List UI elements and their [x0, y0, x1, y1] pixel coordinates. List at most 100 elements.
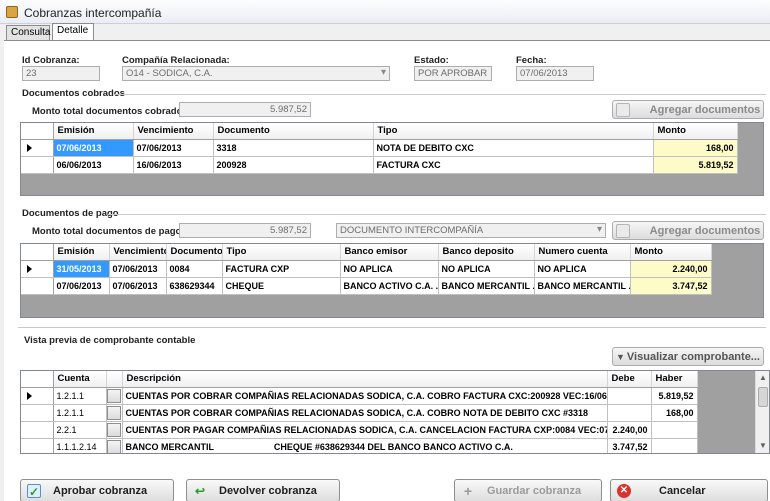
cell-numero-cuenta[interactable]: NO APLICA — [534, 260, 631, 278]
table-row[interactable]: 1.2.1.1 CUENTAS POR COBRAR COMPAÑIAS REL… — [21, 404, 698, 422]
view-voucher-button[interactable]: ▼ Visualizar comprobante... — [612, 347, 764, 366]
return-button[interactable]: ↩ Devolver cobranza — [186, 479, 340, 501]
col-header-banco-deposito[interactable]: Banco deposito — [438, 244, 535, 261]
cell-check[interactable] — [106, 421, 123, 439]
row-checkbox[interactable] — [107, 422, 121, 437]
collected-total-field[interactable]: 5.987,52 — [179, 102, 311, 117]
table-row[interactable]: 1.2.1.1 CUENTAS POR COBRAR COMPAÑIAS REL… — [21, 387, 698, 405]
col-header-documento[interactable]: Documento — [166, 244, 223, 261]
cell-descripcion[interactable]: CUENTAS POR COBRAR COMPAÑIAS RELACIONADA… — [122, 404, 608, 422]
row-checkbox[interactable] — [107, 439, 121, 453]
cell-documento[interactable]: 3318 — [213, 139, 374, 157]
col-header-tipo[interactable]: Tipo — [373, 123, 654, 140]
cell-debe[interactable]: 3.747,52 — [607, 438, 652, 453]
add-payment-docs-button[interactable]: Agregar documentos — [612, 221, 764, 240]
cell-numero-cuenta[interactable]: BANCO MERCANTIL ... — [534, 277, 631, 295]
cell-debe[interactable]: 2.240,00 — [607, 421, 652, 439]
col-header-haber[interactable]: Haber — [651, 371, 698, 388]
cell-tipo[interactable]: NOTA DE DEBITO CXC — [373, 139, 654, 157]
cell-documento[interactable]: 0084 — [166, 260, 223, 278]
cell-banco-emisor[interactable]: BANCO ACTIVO C.A. ... — [340, 277, 439, 295]
table-row[interactable]: 1.1.1.2.14 BANCO MERCANTIL CHEQUE #63862… — [21, 438, 698, 453]
col-header-vencimiento[interactable]: Vencimiento — [109, 244, 167, 261]
cell-haber[interactable]: 168,00 — [651, 404, 698, 422]
id-field[interactable]: 23 — [22, 66, 100, 81]
scroll-thumb[interactable] — [758, 387, 768, 407]
cell-tipo[interactable]: FACTURA CXC — [373, 156, 654, 174]
payment-total-field[interactable]: 5.987,52 — [179, 223, 311, 238]
company-select[interactable]: O14 - SODICA, C.A. — [122, 66, 390, 81]
cell-emision[interactable]: 06/06/2013 — [53, 156, 134, 174]
cell-monto[interactable]: 5.819,52 — [653, 156, 738, 174]
cell-vencimiento[interactable]: 07/06/2013 — [109, 277, 167, 295]
save-button[interactable]: + Guardar cobranza — [454, 479, 602, 501]
cell-banco-deposito[interactable]: NO APLICA — [438, 260, 535, 278]
approve-button[interactable]: ✓ Aprobar cobranza — [20, 479, 174, 501]
row-checkbox[interactable] — [107, 405, 121, 420]
add-collected-docs-button[interactable]: Agregar documentos — [612, 100, 764, 119]
col-header-emision[interactable]: Emisión — [53, 123, 134, 140]
cell-vencimiento[interactable]: 07/06/2013 — [109, 260, 167, 278]
dropdown-arrow-icon: ▼ — [616, 351, 625, 362]
scroll-up-icon[interactable]: ▲ — [756, 371, 769, 385]
cell-monto[interactable]: 168,00 — [653, 139, 738, 157]
table-row[interactable]: 06/06/2013 16/06/2013 200928 FACTURA CXC… — [21, 156, 738, 174]
col-header-vencimiento[interactable]: Vencimiento — [133, 123, 214, 140]
cell-cuenta[interactable]: 1.2.1.1 — [53, 404, 107, 422]
col-header-emision[interactable]: Emisión — [53, 244, 110, 261]
col-header-debe[interactable]: Debe — [607, 371, 652, 388]
cell-banco-deposito[interactable]: BANCO MERCANTIL ... — [438, 277, 535, 295]
table-row[interactable]: 2.2.1 CUENTAS POR PAGAR COMPAÑIAS RELACI… — [21, 421, 698, 439]
cell-vencimiento[interactable]: 16/06/2013 — [133, 156, 214, 174]
cell-haber[interactable]: 5.819,52 — [651, 387, 698, 405]
cell-vencimiento[interactable]: 07/06/2013 — [133, 139, 214, 157]
window-title: Cobranzas intercompañía — [24, 6, 162, 20]
cell-tipo[interactable]: FACTURA CXP — [222, 260, 341, 278]
col-header-cuenta[interactable]: Cuenta — [53, 371, 107, 388]
cell-documento[interactable]: 638629344 — [166, 277, 223, 295]
add-document-icon — [615, 102, 630, 117]
cell-haber[interactable] — [651, 421, 698, 439]
cell-descripcion[interactable]: CUENTAS POR PAGAR COMPAÑIAS RELACIONADAS… — [122, 421, 608, 439]
status-field[interactable]: POR APROBAR — [414, 66, 492, 81]
cell-cuenta[interactable]: 1.2.1.1 — [53, 387, 107, 405]
cell-emision[interactable]: 31/05/2013 — [53, 260, 110, 278]
row-header-cell — [21, 123, 54, 140]
cell-haber[interactable] — [651, 438, 698, 453]
cell-debe[interactable] — [607, 387, 652, 405]
cell-cuenta[interactable]: 2.2.1 — [53, 421, 107, 439]
cell-check[interactable] — [106, 387, 123, 405]
row-checkbox[interactable] — [107, 388, 121, 403]
tab-consulta[interactable]: Consulta — [6, 25, 50, 40]
cell-emision[interactable]: 07/06/2013 — [53, 277, 110, 295]
col-header-documento[interactable]: Documento — [213, 123, 374, 140]
cancel-button[interactable]: ✕ Cancelar — [610, 479, 768, 501]
col-header-monto[interactable]: Monto — [630, 244, 712, 261]
cell-debe[interactable] — [607, 404, 652, 422]
preview-vertical-scrollbar[interactable]: ▲ ▼ — [755, 371, 769, 453]
cell-monto[interactable]: 2.240,00 — [630, 260, 712, 278]
cell-tipo[interactable]: CHEQUE — [222, 277, 341, 295]
tab-detalle[interactable]: Detalle — [52, 23, 94, 40]
cell-descripcion[interactable]: CUENTAS POR COBRAR COMPAÑIAS RELACIONADA… — [122, 387, 608, 405]
payment-section-title: Documentos de pago — [22, 208, 119, 219]
scroll-down-icon[interactable]: ▼ — [756, 439, 769, 453]
date-field[interactable]: 07/06/2013 — [516, 66, 594, 81]
cell-emision[interactable]: 07/06/2013 — [53, 139, 134, 157]
payment-doc-type-select[interactable]: DOCUMENTO INTERCOMPAÑÍA — [336, 223, 606, 238]
col-header-tipo[interactable]: Tipo — [222, 244, 341, 261]
cell-check[interactable] — [106, 438, 123, 453]
col-header-descripcion[interactable]: Descripción — [122, 371, 608, 388]
cell-monto[interactable]: 3.747,52 — [630, 277, 712, 295]
table-row[interactable]: 31/05/2013 07/06/2013 0084 FACTURA CXP N… — [21, 260, 712, 278]
col-header-monto[interactable]: Monto — [653, 123, 738, 140]
cell-cuenta[interactable]: 1.1.1.2.14 — [53, 438, 107, 453]
cell-descripcion[interactable]: BANCO MERCANTIL CHEQUE #638629344 DEL BA… — [122, 438, 608, 453]
cell-banco-emisor[interactable]: NO APLICA — [340, 260, 439, 278]
table-row[interactable]: 07/06/2013 07/06/2013 3318 NOTA DE DEBIT… — [21, 139, 738, 157]
col-header-banco-emisor[interactable]: Banco emisor — [340, 244, 439, 261]
col-header-numero-cuenta[interactable]: Numero cuenta — [534, 244, 631, 261]
table-row[interactable]: 07/06/2013 07/06/2013 638629344 CHEQUE B… — [21, 277, 712, 295]
cell-documento[interactable]: 200928 — [213, 156, 374, 174]
cell-check[interactable] — [106, 404, 123, 422]
